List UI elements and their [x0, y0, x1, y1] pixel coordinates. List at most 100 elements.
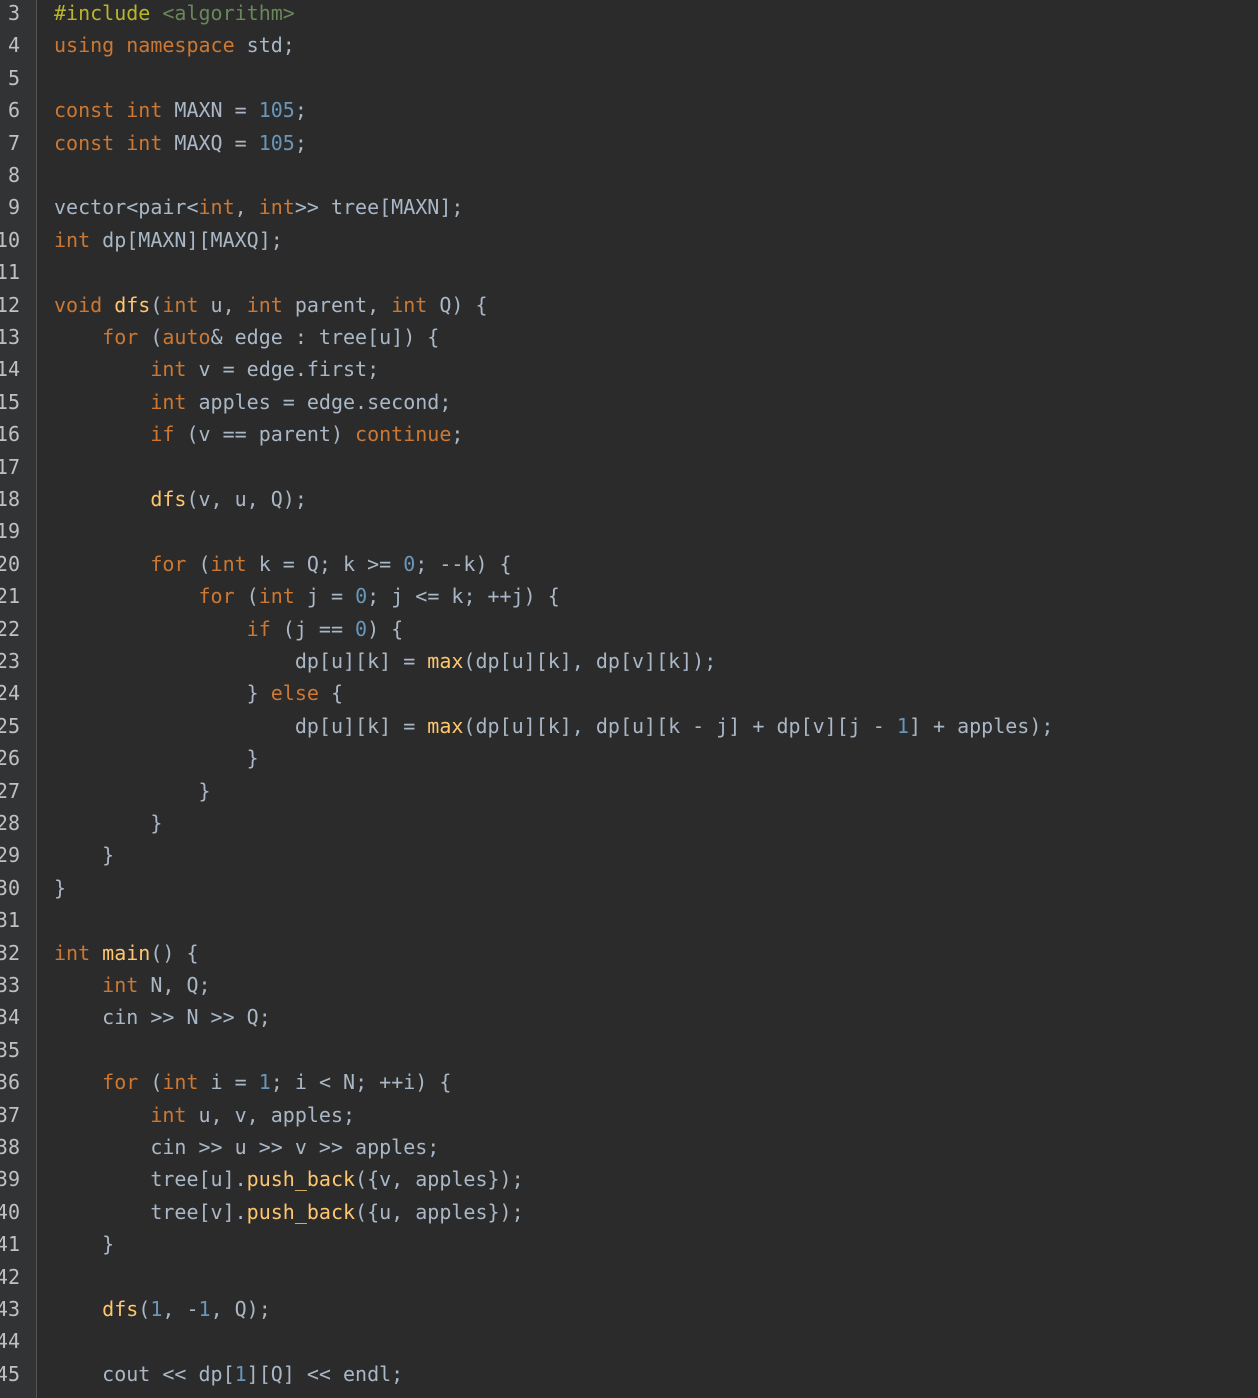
code-token: int [246, 292, 283, 317]
code-token: <algorithm> [162, 1, 295, 25]
code-line[interactable]: vector<pair<int, int>> tree[MAXN]; [54, 191, 463, 223]
code-token: ; [451, 422, 464, 447]
line-number: 19 [0, 519, 20, 544]
code-line[interactable]: using namespace std; [54, 29, 295, 61]
line-number: 15 [0, 389, 20, 414]
code-line[interactable]: } [54, 839, 114, 871]
code-line[interactable]: for (auto& edge : tree[u]) { [54, 321, 439, 353]
line-number: 4 [7, 33, 20, 58]
line-number: 27 [0, 778, 20, 803]
code-line[interactable]: for (int j = 0; j <= k; ++j) { [54, 580, 560, 612]
line-number: 21 [0, 584, 20, 609]
code-token: k = Q; k >= [246, 551, 404, 576]
code-line[interactable]: dp[u][k] = max(dp[u][k], dp[v][k]); [54, 645, 716, 677]
code-line[interactable]: int apples = edge.second; [54, 386, 451, 418]
code-token: 1 [234, 1361, 247, 1386]
code-token: dp[MAXN][MAXQ]; [90, 227, 283, 252]
code-token: dp[u][k] = [54, 713, 428, 738]
code-token: const [54, 98, 115, 123]
code-token: int [162, 292, 199, 317]
line-number: 22 [0, 616, 20, 641]
code-line[interactable]: dfs(v, u, Q); [54, 483, 307, 515]
code-line[interactable]: const int MAXQ = 105; [54, 127, 307, 159]
line-number: 13 [0, 325, 20, 349]
line-number: 9 [7, 195, 20, 220]
code-line[interactable]: } [54, 775, 210, 807]
code-token: auto [162, 325, 211, 349]
code-token: (j == [270, 616, 356, 641]
line-number-gutter: 3456789101112131415161718192021222324252… [0, 0, 37, 1398]
line-number: 31 [0, 908, 20, 933]
code-line[interactable]: dfs(1, -1, Q); [54, 1293, 271, 1325]
line-number: 7 [7, 130, 20, 155]
code-line[interactable]: tree[v].push_back({u, apples}); [54, 1196, 524, 1228]
code-token: 1 [258, 1070, 271, 1095]
code-line[interactable]: } [54, 1228, 114, 1260]
line-number: 36 [0, 1070, 20, 1095]
code-token: ; [294, 130, 307, 155]
code-token: 1 [198, 1297, 211, 1321]
code-token: & edge : tree[u]) { [210, 325, 440, 349]
code-line[interactable]: int main() { [54, 937, 199, 969]
code-token: dfs [150, 487, 187, 511]
code-token: ({u, apples}); [355, 1199, 524, 1224]
code-line[interactable]: } [54, 742, 259, 774]
code-line[interactable]: for (int k = Q; k >= 0; --k) { [54, 548, 511, 580]
code-line[interactable]: if (v == parent) continue; [54, 418, 463, 450]
code-editor[interactable]: 3456789101112131415161718192021222324252… [0, 0, 1258, 1398]
code-token: MAXQ = [162, 130, 259, 155]
code-token: } [54, 746, 259, 771]
code-line[interactable]: #include <algorithm> [54, 0, 295, 29]
code-line[interactable]: int v = edge.first; [54, 353, 379, 385]
code-token: int [150, 1102, 187, 1127]
line-number: 17 [0, 454, 20, 479]
code-line[interactable]: int u, v, apples; [54, 1099, 355, 1131]
line-number: 37 [0, 1102, 20, 1127]
code-token: if [246, 616, 271, 641]
code-token: ( [138, 1070, 163, 1095]
line-number: 42 [0, 1264, 20, 1289]
code-line[interactable]: int dp[MAXN][MAXQ]; [54, 224, 283, 256]
code-line[interactable]: cin >> N >> Q; [54, 1001, 271, 1033]
line-number: 16 [0, 422, 20, 447]
code-token: () { [150, 940, 199, 965]
code-token: std; [234, 33, 295, 58]
code-token: int [258, 584, 295, 609]
code-token: tree[u]. [54, 1167, 247, 1192]
code-line[interactable]: void dfs(int u, int parent, int Q) { [54, 289, 488, 321]
code-area[interactable]: #include <algorithm> using namespace std;… [54, 0, 1254, 1398]
code-token: (dp[u][k], dp[v][k]); [463, 649, 717, 673]
line-number: 43 [0, 1297, 20, 1321]
code-line[interactable]: cout << dp[1][Q] << endl; [54, 1358, 403, 1390]
code-line[interactable]: if (j == 0) { [54, 613, 404, 645]
code-token: ][Q] << endl; [246, 1361, 404, 1386]
code-token: u, [198, 292, 247, 317]
code-line[interactable]: } [54, 807, 162, 839]
code-line[interactable]: for (int i = 1; i < N; ++i) { [54, 1066, 451, 1098]
code-line[interactable]: int N, Q; [54, 969, 210, 1001]
code-token: int [150, 389, 187, 414]
code-line[interactable]: } [54, 872, 66, 904]
code-line[interactable]: cin >> u >> v >> apples; [54, 1131, 439, 1163]
code-token: } [54, 681, 271, 706]
line-number: 30 [0, 875, 20, 900]
code-token: continue [355, 422, 452, 447]
code-line[interactable]: } else { [54, 677, 343, 709]
code-token: , - [162, 1297, 199, 1321]
code-line[interactable]: dp[u][k] = max(dp[u][k], dp[u][k - j] + … [54, 710, 1054, 742]
code-token: v = edge.first; [186, 357, 380, 382]
code-line[interactable]: tree[u].push_back({v, apples}); [54, 1163, 523, 1195]
code-token: u, v, apples; [186, 1102, 356, 1127]
code-token: int [198, 195, 235, 220]
code-token: int [162, 1070, 199, 1095]
code-line[interactable]: const int MAXN = 105; [54, 94, 307, 126]
